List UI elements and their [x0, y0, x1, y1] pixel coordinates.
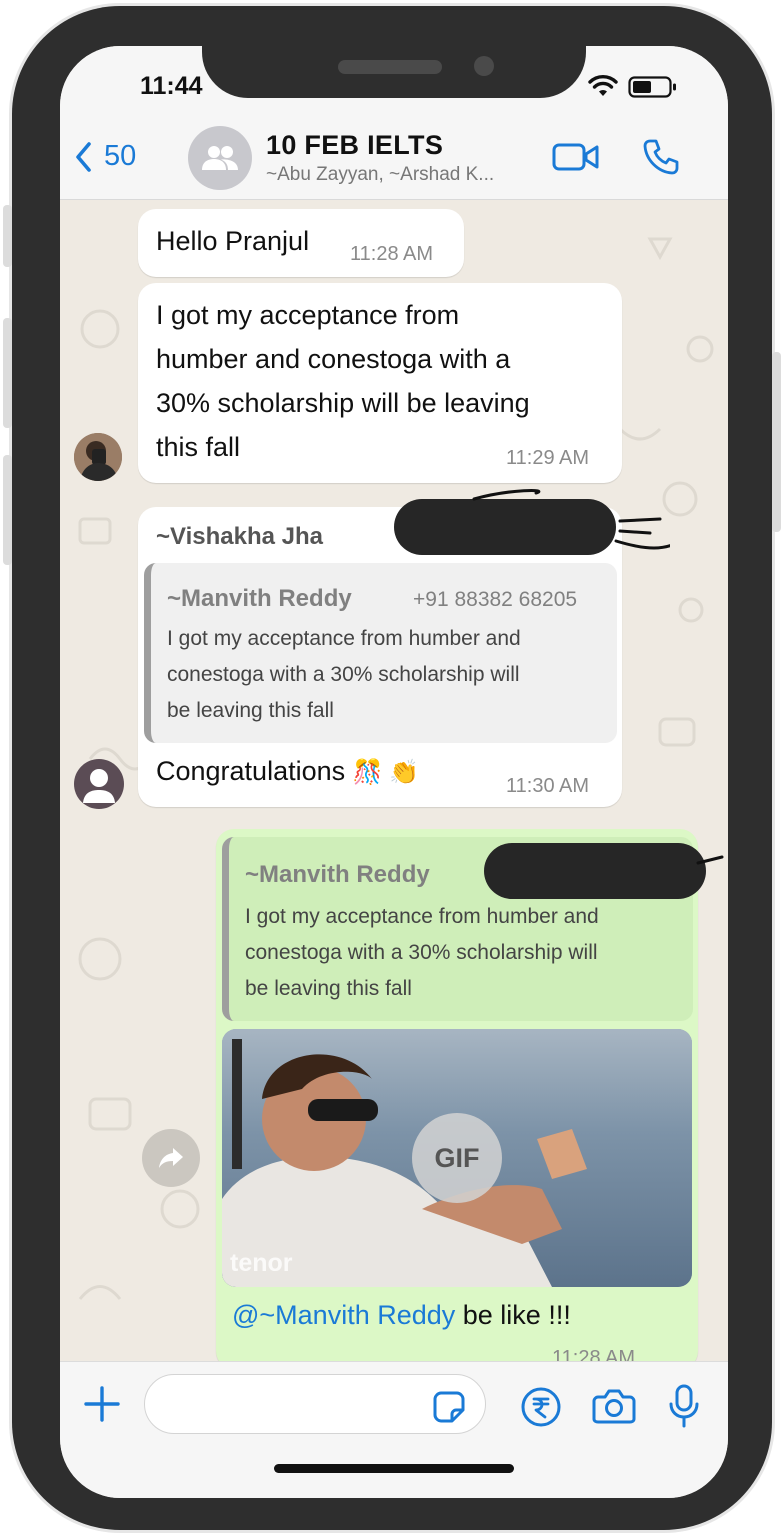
chat-area[interactable]: Hello Pranjul 11:28 AM I got my acceptan…	[60, 199, 728, 1361]
gif-image[interactable]: GIF tenor	[222, 1029, 692, 1287]
message-line: 30% scholarship will be leaving	[156, 388, 530, 418]
redaction-scribble	[472, 489, 670, 550]
message-time: 11:30 AM	[506, 775, 590, 797]
quoted-line: be leaving this fall	[167, 699, 334, 722]
back-button[interactable]: 50	[74, 140, 136, 173]
plus-icon[interactable]	[82, 1384, 122, 1424]
mention-link[interactable]: @~Manvith Reddy	[232, 1300, 455, 1330]
quoted-line: conestoga with a 30% scholarship will	[245, 941, 598, 964]
quoted-phone: +91 88382 68205	[413, 588, 578, 611]
group-icon	[202, 146, 238, 170]
rupee-payment-icon[interactable]	[520, 1386, 562, 1428]
battery-icon	[628, 76, 676, 98]
quoted-message[interactable]: ~Manvith Reddy +91 88382 68205 I got my …	[144, 563, 617, 743]
phone-call-icon[interactable]	[642, 138, 680, 176]
video-call-icon[interactable]	[552, 142, 600, 172]
message-input-bar	[60, 1361, 728, 1498]
camera-icon[interactable]	[592, 1388, 636, 1424]
gif-play-badge[interactable]: GIF	[412, 1113, 502, 1203]
speaker	[338, 60, 442, 74]
group-avatar[interactable]	[188, 126, 252, 190]
message-bubble-outgoing[interactable]: ~Manvith Reddy I got my acceptance from …	[216, 829, 698, 1361]
message-bubble[interactable]: I got my acceptance from humber and cone…	[138, 283, 622, 483]
redaction-mark	[484, 843, 706, 899]
message-line: this fall	[156, 432, 241, 462]
unread-count: 50	[104, 140, 137, 172]
front-camera	[474, 56, 494, 76]
side-button-volume-down	[3, 455, 12, 565]
quoted-line: conestoga with a 30% scholarship will	[167, 663, 520, 686]
tenor-watermark: tenor	[230, 1249, 293, 1277]
home-indicator[interactable]	[274, 1464, 514, 1473]
forward-button[interactable]	[142, 1129, 200, 1187]
microphone-icon[interactable]	[668, 1384, 700, 1428]
quoted-line: I got my acceptance from humber and	[245, 905, 599, 928]
message-time: 11:28 AM	[350, 243, 434, 265]
emoji-party-clap: 🎊 👏	[352, 759, 420, 786]
forward-icon	[159, 1148, 183, 1168]
wifi-icon	[588, 75, 618, 96]
side-button-power	[772, 352, 781, 532]
redaction-scribble	[696, 855, 724, 865]
chevron-left-icon	[76, 141, 91, 172]
chat-title[interactable]: 10 FEB IELTS	[266, 130, 443, 161]
message-line: humber and conestoga with a	[156, 344, 511, 374]
person-icon	[83, 769, 115, 803]
sender-avatar[interactable]	[74, 433, 122, 481]
quoted-line: be leaving this fall	[245, 977, 412, 1000]
side-button-volume-up	[3, 318, 12, 428]
sticker-icon[interactable]	[432, 1390, 466, 1424]
status-time: 11:44	[140, 72, 203, 100]
quoted-sender: ~Manvith Reddy	[167, 585, 352, 612]
message-text: @~Manvith Reddy be like !!!	[232, 1293, 571, 1337]
screen: 11:44 50 10 FEB IELTS ~Abu Zayyan, ~Arsh…	[60, 46, 728, 1498]
side-button-mute	[3, 205, 12, 267]
quoted-sender: ~Manvith Reddy	[245, 861, 430, 888]
message-bubble[interactable]: Hello Pranjul 11:28 AM	[138, 209, 464, 277]
quoted-line: I got my acceptance from humber and	[167, 627, 521, 650]
message-time: 11:28 AM	[552, 1347, 636, 1361]
sender-name: ~Vishakha Jha	[156, 523, 323, 550]
message-text: Hello Pranjul	[156, 226, 310, 256]
message-time: 11:29 AM	[506, 447, 590, 469]
message-text-content: be like !!!	[455, 1300, 571, 1330]
message-line: I got my acceptance from	[156, 300, 460, 330]
avatar-photo-image	[74, 433, 122, 481]
chat-members[interactable]: ~Abu Zayyan, ~Arshad K...	[266, 164, 494, 186]
message-text-content: Congratulations	[156, 756, 346, 786]
sender-avatar[interactable]	[74, 759, 124, 809]
message-text: Congratulations 🎊 👏	[156, 749, 419, 795]
notch	[202, 46, 586, 98]
